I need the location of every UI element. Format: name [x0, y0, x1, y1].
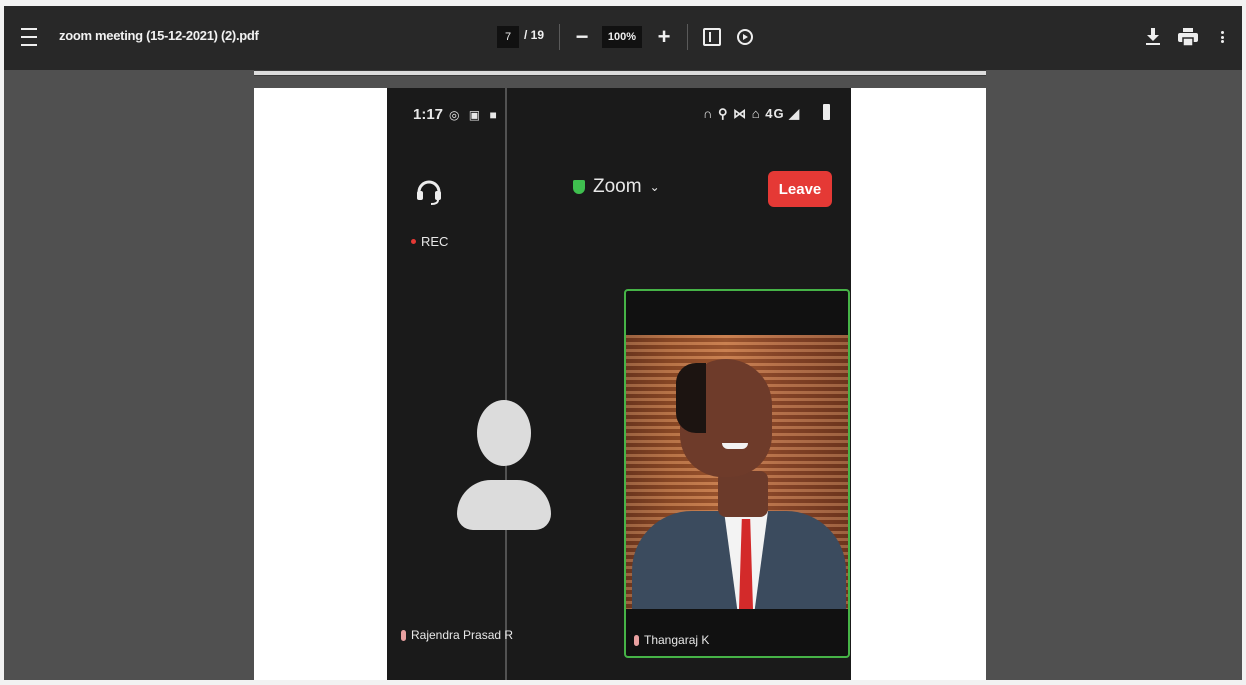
fit-page-button[interactable] — [701, 26, 723, 48]
pdf-toolbar: zoom meeting (15-12-2021) (2).pdf 7 / 19… — [4, 6, 1242, 70]
participant-label: Thangaraj K — [634, 633, 709, 647]
status-time: 1:17 — [413, 106, 444, 123]
scan-line — [505, 88, 507, 680]
chevron-down-icon: ⌄ — [649, 180, 660, 194]
page-progress-bar — [254, 70, 986, 76]
meeting-name: Zoom — [593, 176, 642, 197]
pdf-viewer-window: zoom meeting (15-12-2021) (2).pdf 7 / 19… — [4, 6, 1242, 680]
participant-name: Rajendra Prasad R — [411, 628, 514, 642]
mic-icon — [634, 634, 639, 646]
print-icon — [1178, 28, 1198, 46]
download-button[interactable] — [1142, 25, 1164, 49]
pdf-page: 1:17 ◎ ▣ ■ ∩ ⚲ ⋈ ⌂ 4G ◢ Zoom ⌄ Leave REC… — [254, 88, 986, 680]
toolbar-divider — [687, 24, 688, 50]
participant-label: Rajendra Prasad R — [401, 628, 513, 642]
menu-button[interactable] — [18, 26, 40, 48]
page-number-input[interactable]: 7 — [497, 26, 519, 48]
status-network: ∩ ⚲ ⋈ ⌂ 4G ◢ — [703, 106, 800, 122]
rotate-icon — [737, 29, 753, 45]
person-neck — [718, 471, 768, 517]
menu-icon — [21, 25, 37, 49]
zoom-level-input[interactable]: 100% — [602, 26, 642, 48]
rec-dot-icon — [411, 239, 416, 244]
zoom-out-button[interactable]: − — [572, 24, 592, 50]
page-progress-fill — [254, 71, 986, 75]
avatar-head — [477, 400, 531, 466]
meeting-info-button[interactable]: Zoom ⌄ — [573, 176, 660, 198]
leave-button[interactable]: Leave — [768, 171, 832, 207]
page-total: / 19 — [524, 28, 545, 42]
avatar-placeholder — [457, 400, 553, 530]
active-speaker-tile[interactable]: Thangaraj K — [624, 289, 850, 658]
shield-icon — [573, 180, 585, 194]
rec-label: REC — [421, 234, 449, 249]
print-button[interactable] — [1176, 25, 1200, 49]
person-smile — [722, 443, 748, 449]
headset-icon — [417, 180, 441, 205]
person-hair — [676, 363, 706, 433]
file-title: zoom meeting (15-12-2021) (2).pdf — [59, 28, 259, 43]
fit-page-icon — [703, 28, 721, 46]
more-options-button[interactable] — [1214, 24, 1230, 50]
avatar-body — [457, 480, 551, 530]
audio-button[interactable] — [415, 176, 443, 206]
recording-indicator: REC — [411, 234, 448, 249]
participant-video — [626, 335, 848, 609]
toolbar-divider — [559, 24, 560, 50]
download-icon — [1146, 28, 1160, 45]
status-icons: ∩ ⚲ ⋈ ⌂ — [703, 106, 766, 121]
notification-icons: ◎ ▣ ■ — [449, 108, 500, 122]
zoom-in-button[interactable]: + — [654, 24, 674, 50]
mic-icon — [401, 629, 406, 641]
zoom-screenshot: 1:17 ◎ ▣ ■ ∩ ⚲ ⋈ ⌂ 4G ◢ Zoom ⌄ Leave REC… — [387, 88, 851, 680]
more-icon — [1220, 30, 1224, 45]
battery-icon — [823, 104, 830, 120]
signal-icon: ◢ — [784, 106, 801, 121]
network-type: 4G — [765, 106, 785, 121]
rotate-button[interactable] — [734, 26, 756, 48]
participant-name: Thangaraj K — [644, 633, 710, 647]
